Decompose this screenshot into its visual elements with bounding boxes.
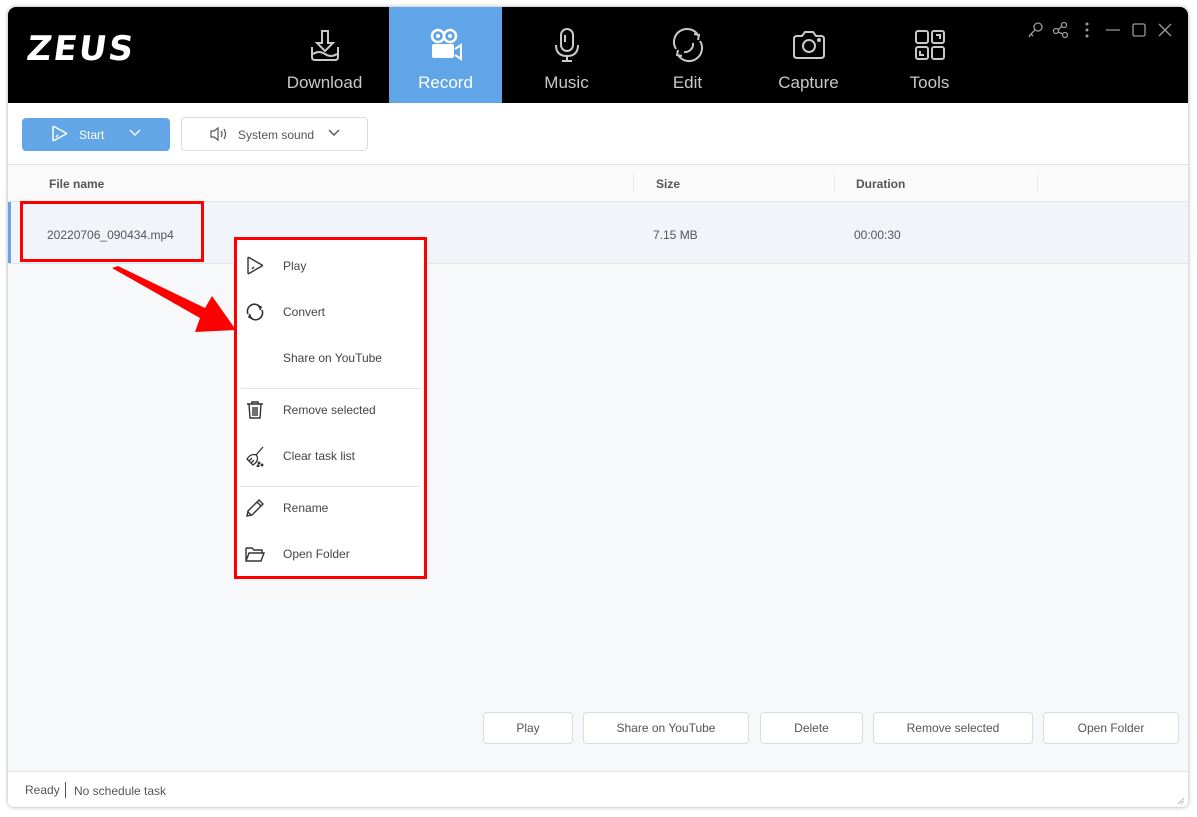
table-header: File name Size Duration xyxy=(8,165,1188,202)
toolbar: Start System sound xyxy=(8,103,1188,165)
share-icon[interactable] xyxy=(1052,21,1070,39)
tab-record[interactable]: Record xyxy=(389,7,502,103)
share-youtube-button[interactable]: Share on YouTube xyxy=(583,712,749,744)
folder-icon xyxy=(245,547,266,562)
delete-button[interactable]: Delete xyxy=(760,712,863,744)
microphone-icon xyxy=(554,28,579,62)
maximize-icon[interactable] xyxy=(1130,21,1148,39)
trash-icon xyxy=(247,401,263,419)
title-bar: ZEUS Download Record Music Edit Capture … xyxy=(8,7,1188,103)
play-button[interactable]: Play xyxy=(483,712,573,744)
column-divider xyxy=(834,174,835,192)
camera-icon xyxy=(792,31,825,59)
menu-item-remove-selected[interactable]: Remove selected xyxy=(237,389,424,429)
close-icon[interactable] xyxy=(1156,21,1174,39)
minimize-icon[interactable] xyxy=(1104,21,1122,39)
menu-item-rename[interactable]: Rename xyxy=(237,487,424,527)
status-text: Ready xyxy=(25,783,60,797)
menu-item-open-folder[interactable]: Open Folder xyxy=(237,533,424,573)
video-camera-icon xyxy=(430,28,462,61)
column-divider xyxy=(633,174,634,192)
column-file-name[interactable]: File name xyxy=(49,177,104,191)
tab-music[interactable]: Music xyxy=(510,7,623,103)
menu-item-play[interactable]: Play xyxy=(237,245,424,285)
open-folder-button[interactable]: Open Folder xyxy=(1043,712,1179,744)
remove-selected-button[interactable]: Remove selected xyxy=(873,712,1033,744)
menu-item-share-youtube[interactable]: Share on YouTube xyxy=(237,337,424,377)
play-icon xyxy=(247,256,264,275)
tab-download[interactable]: Download xyxy=(268,7,381,103)
convert-icon xyxy=(246,303,264,321)
context-menu: Play Convert Share on YouTube Remove sel… xyxy=(237,239,424,577)
start-button[interactable]: Start xyxy=(22,118,170,151)
system-sound-dropdown[interactable]: System sound xyxy=(181,117,368,151)
broom-icon xyxy=(246,446,264,467)
schedule-status: No schedule task xyxy=(74,784,167,798)
tab-capture[interactable]: Capture xyxy=(752,7,865,103)
resize-grip-icon[interactable] xyxy=(1175,795,1185,805)
tools-grid-icon xyxy=(914,30,945,60)
column-duration[interactable]: Duration xyxy=(856,177,905,191)
download-icon xyxy=(310,30,339,61)
column-divider xyxy=(1037,174,1038,192)
table-row[interactable]: 20220706_090434.mp4 7.15 MB 00:00:30 xyxy=(8,202,1188,264)
app-window: ZEUS Download Record Music Edit Capture … xyxy=(8,7,1188,807)
more-icon[interactable] xyxy=(1078,21,1096,39)
chevron-down-icon[interactable] xyxy=(128,128,142,138)
play-icon xyxy=(52,125,68,142)
speaker-icon xyxy=(210,126,227,142)
tab-tools[interactable]: Tools xyxy=(873,7,986,103)
selection-accent xyxy=(8,202,11,263)
tab-edit[interactable]: Edit xyxy=(631,7,744,103)
pencil-icon xyxy=(246,499,264,517)
status-bar: Ready No schedule task xyxy=(8,771,1188,807)
refresh-icon xyxy=(672,28,703,62)
menu-item-clear-task-list[interactable]: Clear task list xyxy=(237,435,424,475)
duration-cell: 00:00:30 xyxy=(854,228,901,242)
chevron-down-icon xyxy=(328,129,340,136)
window-controls xyxy=(1026,21,1174,39)
status-divider xyxy=(65,782,66,798)
menu-item-convert[interactable]: Convert xyxy=(237,291,424,331)
file-name-cell: 20220706_090434.mp4 xyxy=(47,228,174,242)
column-size[interactable]: Size xyxy=(656,177,680,191)
size-cell: 7.15 MB xyxy=(653,228,698,242)
key-icon[interactable] xyxy=(1026,21,1044,39)
zeus-logo: ZEUS xyxy=(24,29,138,69)
